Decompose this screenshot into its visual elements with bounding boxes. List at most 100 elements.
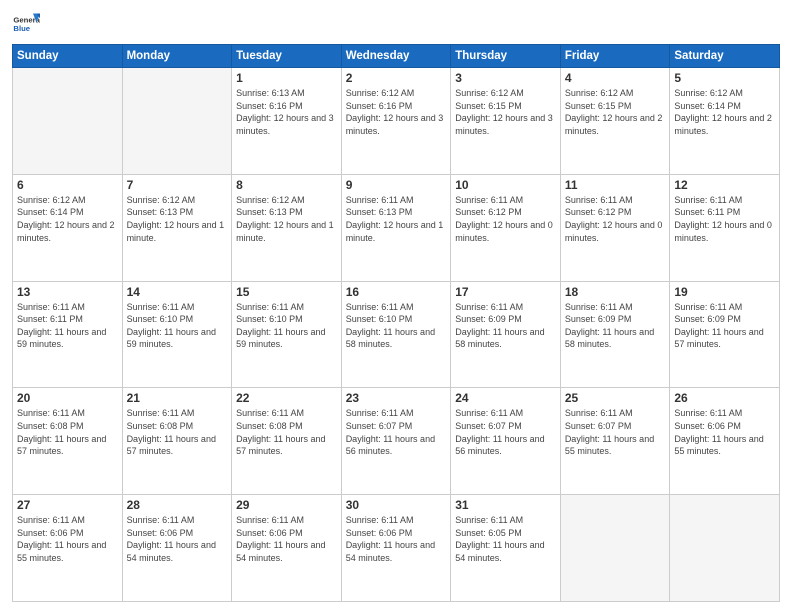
weekday-header-monday: Monday — [122, 45, 232, 68]
day-number: 2 — [346, 71, 447, 85]
day-number: 3 — [455, 71, 556, 85]
calendar-cell: 23 Sunrise: 6:11 AM Sunset: 6:07 PM Dayli… — [341, 388, 451, 495]
calendar-cell: 17 Sunrise: 6:11 AM Sunset: 6:09 PM Dayli… — [451, 281, 561, 388]
weekday-header-wednesday: Wednesday — [341, 45, 451, 68]
calendar-cell: 11 Sunrise: 6:11 AM Sunset: 6:12 PM Dayli… — [560, 174, 670, 281]
calendar-cell: 1Sunrise: 6:13 AM Sunset: 6:16 PM Daylig… — [232, 68, 342, 175]
calendar-cell: 13 Sunrise: 6:11 AM Sunset: 6:11 PM Dayli… — [13, 281, 123, 388]
day-info: Sunrise: 6:11 AM Sunset: 6:11 PM Dayligh… — [17, 301, 118, 351]
day-info: Sunrise: 6:12 AM Sunset: 6:15 PM Dayligh… — [565, 87, 666, 137]
calendar-cell: 29 Sunrise: 6:11 AM Sunset: 6:06 PM Dayli… — [232, 495, 342, 602]
weekday-header-thursday: Thursday — [451, 45, 561, 68]
day-info: Sunrise: 6:11 AM Sunset: 6:10 PM Dayligh… — [346, 301, 447, 351]
weekday-header-tuesday: Tuesday — [232, 45, 342, 68]
calendar-cell: 30 Sunrise: 6:11 AM Sunset: 6:06 PM Dayli… — [341, 495, 451, 602]
day-number: 4 — [565, 71, 666, 85]
day-info: Sunrise: 6:11 AM Sunset: 6:06 PM Dayligh… — [127, 514, 228, 564]
day-number: 28 — [127, 498, 228, 512]
day-number: 17 — [455, 285, 556, 299]
calendar-cell: 21 Sunrise: 6:11 AM Sunset: 6:08 PM Dayli… — [122, 388, 232, 495]
day-info: Sunrise: 6:11 AM Sunset: 6:08 PM Dayligh… — [127, 407, 228, 457]
day-info: Sunrise: 6:13 AM Sunset: 6:16 PM Dayligh… — [236, 87, 337, 137]
calendar-table: SundayMondayTuesdayWednesdayThursdayFrid… — [12, 44, 780, 602]
day-number: 23 — [346, 391, 447, 405]
calendar-cell: 28 Sunrise: 6:11 AM Sunset: 6:06 PM Dayli… — [122, 495, 232, 602]
day-number: 11 — [565, 178, 666, 192]
day-info: Sunrise: 6:11 AM Sunset: 6:10 PM Dayligh… — [236, 301, 337, 351]
day-info: Sunrise: 6:11 AM Sunset: 6:11 PM Dayligh… — [674, 194, 775, 244]
calendar-cell: 26 Sunrise: 6:11 AM Sunset: 6:06 PM Dayli… — [670, 388, 780, 495]
day-info: Sunrise: 6:12 AM Sunset: 6:13 PM Dayligh… — [236, 194, 337, 244]
day-info: Sunrise: 6:11 AM Sunset: 6:12 PM Dayligh… — [455, 194, 556, 244]
day-info: Sunrise: 6:12 AM Sunset: 6:15 PM Dayligh… — [455, 87, 556, 137]
day-info: Sunrise: 6:11 AM Sunset: 6:07 PM Dayligh… — [455, 407, 556, 457]
day-info: Sunrise: 6:11 AM Sunset: 6:08 PM Dayligh… — [17, 407, 118, 457]
calendar-cell: 10 Sunrise: 6:11 AM Sunset: 6:12 PM Dayli… — [451, 174, 561, 281]
calendar-cell — [122, 68, 232, 175]
day-info: Sunrise: 6:11 AM Sunset: 6:09 PM Dayligh… — [455, 301, 556, 351]
day-number: 7 — [127, 178, 228, 192]
day-number: 9 — [346, 178, 447, 192]
day-info: Sunrise: 6:11 AM Sunset: 6:06 PM Dayligh… — [236, 514, 337, 564]
calendar-cell — [13, 68, 123, 175]
day-number: 13 — [17, 285, 118, 299]
day-info: Sunrise: 6:11 AM Sunset: 6:12 PM Dayligh… — [565, 194, 666, 244]
calendar-cell: 20 Sunrise: 6:11 AM Sunset: 6:08 PM Dayli… — [13, 388, 123, 495]
calendar-cell: 6 Sunrise: 6:12 AM Sunset: 6:14 PM Daylig… — [13, 174, 123, 281]
day-number: 27 — [17, 498, 118, 512]
calendar-cell: 7 Sunrise: 6:12 AM Sunset: 6:13 PM Daylig… — [122, 174, 232, 281]
day-number: 19 — [674, 285, 775, 299]
day-number: 10 — [455, 178, 556, 192]
calendar-cell: 9 Sunrise: 6:11 AM Sunset: 6:13 PM Daylig… — [341, 174, 451, 281]
logo-icon: General Blue — [12, 10, 40, 38]
day-info: Sunrise: 6:12 AM Sunset: 6:14 PM Dayligh… — [674, 87, 775, 137]
day-number: 12 — [674, 178, 775, 192]
day-number: 16 — [346, 285, 447, 299]
day-number: 8 — [236, 178, 337, 192]
day-number: 29 — [236, 498, 337, 512]
calendar-cell: 19 Sunrise: 6:11 AM Sunset: 6:09 PM Dayli… — [670, 281, 780, 388]
calendar-cell — [670, 495, 780, 602]
calendar-cell: 12 Sunrise: 6:11 AM Sunset: 6:11 PM Dayli… — [670, 174, 780, 281]
calendar-cell: 31 Sunrise: 6:11 AM Sunset: 6:05 PM Dayli… — [451, 495, 561, 602]
day-number: 30 — [346, 498, 447, 512]
day-number: 6 — [17, 178, 118, 192]
day-number: 18 — [565, 285, 666, 299]
day-info: Sunrise: 6:11 AM Sunset: 6:08 PM Dayligh… — [236, 407, 337, 457]
day-info: Sunrise: 6:11 AM Sunset: 6:06 PM Dayligh… — [17, 514, 118, 564]
day-info: Sunrise: 6:12 AM Sunset: 6:13 PM Dayligh… — [127, 194, 228, 244]
day-info: Sunrise: 6:11 AM Sunset: 6:13 PM Dayligh… — [346, 194, 447, 244]
day-number: 21 — [127, 391, 228, 405]
day-number: 5 — [674, 71, 775, 85]
weekday-header-saturday: Saturday — [670, 45, 780, 68]
day-info: Sunrise: 6:11 AM Sunset: 6:07 PM Dayligh… — [346, 407, 447, 457]
calendar-cell: 5 Sunrise: 6:12 AM Sunset: 6:14 PM Daylig… — [670, 68, 780, 175]
day-info: Sunrise: 6:11 AM Sunset: 6:09 PM Dayligh… — [674, 301, 775, 351]
calendar-cell: 24 Sunrise: 6:11 AM Sunset: 6:07 PM Dayli… — [451, 388, 561, 495]
day-info: Sunrise: 6:12 AM Sunset: 6:14 PM Dayligh… — [17, 194, 118, 244]
weekday-header-sunday: Sunday — [13, 45, 123, 68]
calendar-cell: 15Sunrise: 6:11 AM Sunset: 6:10 PM Dayli… — [232, 281, 342, 388]
day-number: 14 — [127, 285, 228, 299]
day-info: Sunrise: 6:11 AM Sunset: 6:10 PM Dayligh… — [127, 301, 228, 351]
calendar-cell: 4 Sunrise: 6:12 AM Sunset: 6:15 PM Daylig… — [560, 68, 670, 175]
calendar-cell: 27 Sunrise: 6:11 AM Sunset: 6:06 PM Dayli… — [13, 495, 123, 602]
calendar-cell: 14 Sunrise: 6:11 AM Sunset: 6:10 PM Dayli… — [122, 281, 232, 388]
calendar-cell: 18 Sunrise: 6:11 AM Sunset: 6:09 PM Dayli… — [560, 281, 670, 388]
day-info: Sunrise: 6:11 AM Sunset: 6:07 PM Dayligh… — [565, 407, 666, 457]
calendar-cell: 22Sunrise: 6:11 AM Sunset: 6:08 PM Dayli… — [232, 388, 342, 495]
svg-text:Blue: Blue — [13, 24, 30, 33]
calendar-cell — [560, 495, 670, 602]
day-info: Sunrise: 6:11 AM Sunset: 6:09 PM Dayligh… — [565, 301, 666, 351]
day-number: 26 — [674, 391, 775, 405]
day-number: 24 — [455, 391, 556, 405]
day-info: Sunrise: 6:11 AM Sunset: 6:05 PM Dayligh… — [455, 514, 556, 564]
day-number: 20 — [17, 391, 118, 405]
day-info: Sunrise: 6:11 AM Sunset: 6:06 PM Dayligh… — [674, 407, 775, 457]
calendar-cell: 16 Sunrise: 6:11 AM Sunset: 6:10 PM Dayli… — [341, 281, 451, 388]
day-number: 31 — [455, 498, 556, 512]
day-info: Sunrise: 6:11 AM Sunset: 6:06 PM Dayligh… — [346, 514, 447, 564]
calendar-cell: 3 Sunrise: 6:12 AM Sunset: 6:15 PM Daylig… — [451, 68, 561, 175]
day-number: 25 — [565, 391, 666, 405]
weekday-header-friday: Friday — [560, 45, 670, 68]
